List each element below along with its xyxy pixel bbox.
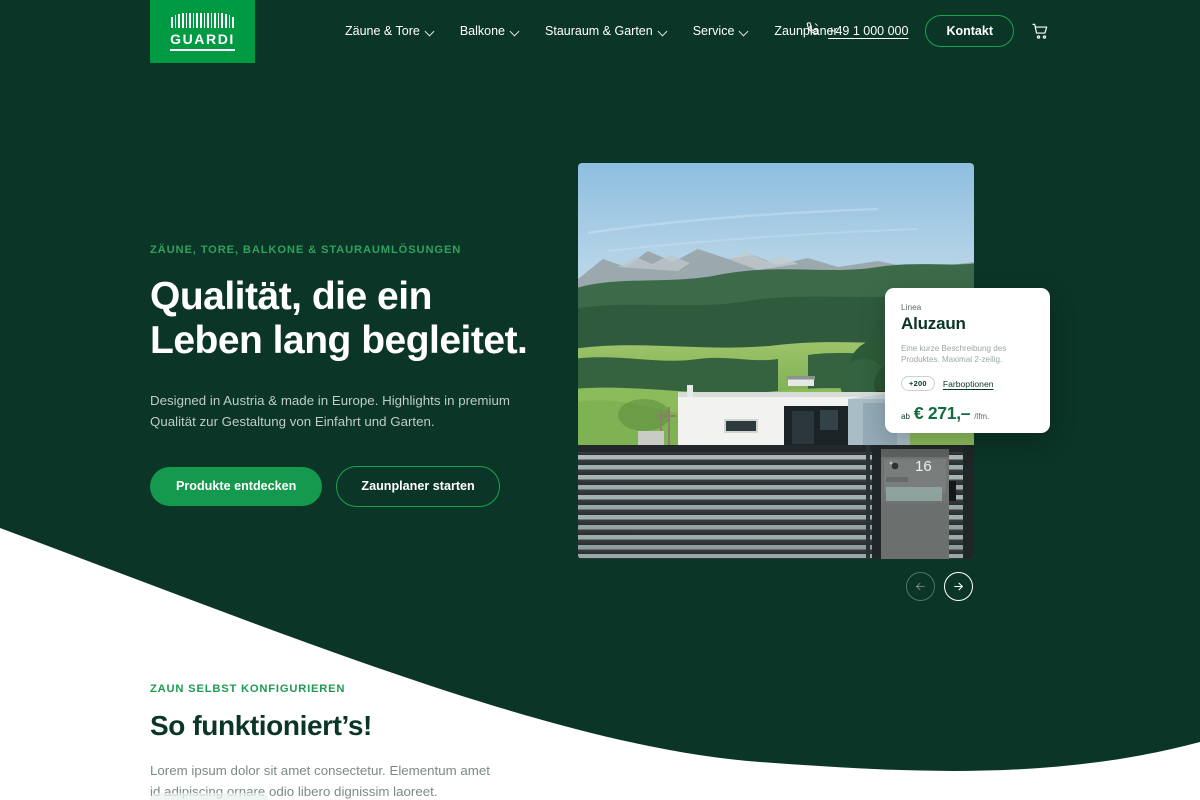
section2-cut-off-element[interactable] xyxy=(150,793,268,800)
header-actions: +49 1 000 000 Kontakt xyxy=(805,0,1050,62)
product-card[interactable]: Linea Aluzaun Eine kurze Beschreibung de… xyxy=(885,288,1050,433)
phone-icon xyxy=(805,21,820,41)
hero-paragraph: Designed in Austria & made in Europe. Hi… xyxy=(150,392,510,430)
product-description: Eine kurze Beschreibung des Produktes. M… xyxy=(901,344,1007,365)
fence-bars-icon xyxy=(171,12,234,28)
product-options-row: +200 Farboptionen xyxy=(901,375,1034,392)
start-fence-planner-button[interactable]: Zaunplaner starten xyxy=(336,465,500,507)
hero-eyebrow: ZÄUNE, TORE, BALKONE & STAURAUMLÖSUNGEN xyxy=(150,244,462,256)
discover-products-button[interactable]: Produkte entdecken xyxy=(150,466,323,506)
phone-number: +49 1 000 000 xyxy=(828,24,909,38)
product-line: Linea xyxy=(901,302,922,312)
hero-copy: ZÄUNE, TORE, BALKONE & STAURAUMLÖSUNGEN … xyxy=(150,244,570,507)
hero-cta-row: Produkte entdecken Zaunplaner starten xyxy=(150,465,570,507)
hero-headline: Qualität, die ein Leben lang begleitet. xyxy=(150,275,570,364)
price-value: € 271,– xyxy=(913,403,971,424)
product-price-row: ab € 271,– /lfm. xyxy=(901,403,1034,424)
chevron-down-icon xyxy=(426,27,435,36)
shopping-cart-icon[interactable] xyxy=(1031,22,1050,41)
arrow-left-icon[interactable] xyxy=(906,572,935,601)
contact-button[interactable]: Kontakt xyxy=(925,14,1014,48)
hero-headline-line1: Qualität, die ein xyxy=(150,275,432,318)
nav-label: Zäune & Tore xyxy=(345,24,420,38)
carousel-controls xyxy=(906,572,973,601)
brand-logo[interactable]: GUARDI xyxy=(150,0,255,63)
price-unit: /lfm. xyxy=(974,412,990,422)
site-header: GUARDI Zäune & Tore Balkone Stauraum & G… xyxy=(0,0,1200,63)
phone-link[interactable]: +49 1 000 000 xyxy=(805,21,908,41)
color-count-badge: +200 xyxy=(901,375,935,392)
color-options-link[interactable]: Farboptionen xyxy=(943,379,994,389)
svg-text:16: 16 xyxy=(915,458,932,475)
chevron-down-icon xyxy=(511,27,520,36)
section2-eyebrow: ZAUN SELBST KONFIGURIEREN xyxy=(150,683,346,695)
landing-page: GUARDI Zäune & Tore Balkone Stauraum & G… xyxy=(0,0,1200,800)
section2-heading: So funktioniert’s! xyxy=(150,710,372,741)
main-navigation: Zäune & Tore Balkone Stauraum & Garten S… xyxy=(345,0,838,62)
chevron-down-icon xyxy=(659,27,668,36)
hero-headline-line2: Leben lang begleitet. xyxy=(150,319,528,363)
how-it-works-section: ZAUN SELBST KONFIGURIEREN So funktionier… xyxy=(150,683,610,800)
nav-label: Stauraum & Garten xyxy=(545,24,653,38)
product-title: Aluzaun xyxy=(901,314,966,333)
arrow-right-icon[interactable] xyxy=(944,572,973,601)
nav-label: Service xyxy=(692,24,735,38)
nav-label: Balkone xyxy=(459,24,506,38)
chevron-down-icon xyxy=(740,27,749,36)
nav-item-balkone[interactable]: Balkone xyxy=(460,24,520,38)
nav-item-zaeune-tore[interactable]: Zäune & Tore xyxy=(345,24,435,38)
price-prefix: ab xyxy=(901,412,910,422)
brand-wordmark: GUARDI xyxy=(170,32,235,51)
nav-item-service[interactable]: Service xyxy=(693,24,750,38)
nav-item-stauraum-garten[interactable]: Stauraum & Garten xyxy=(545,24,668,38)
